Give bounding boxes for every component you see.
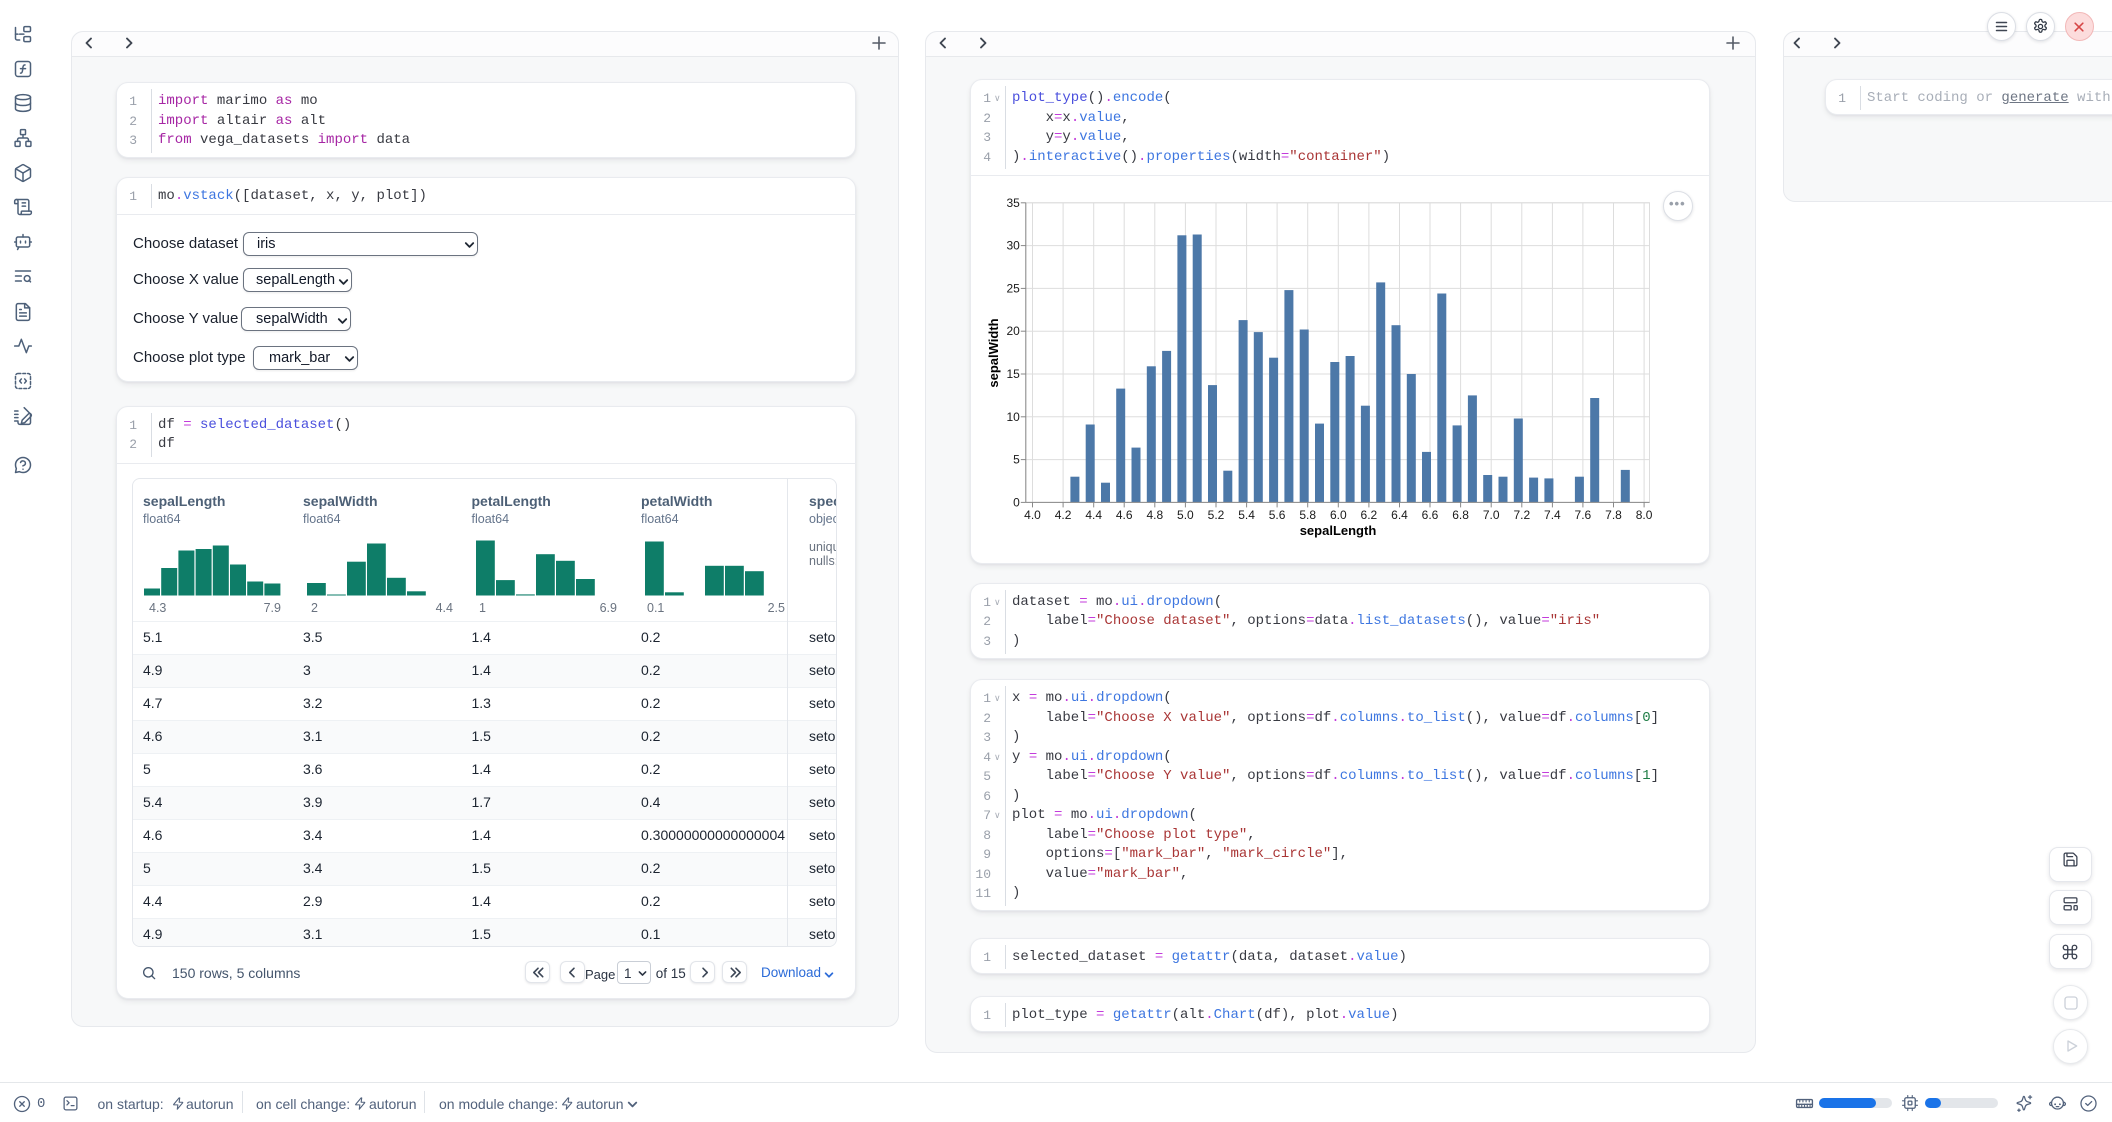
svg-text:5.8: 5.8 (1299, 508, 1316, 522)
svg-text:sepalLength: sepalLength (1300, 523, 1377, 538)
svg-text:sepalWidth: sepalWidth (986, 318, 1001, 387)
svg-text:35: 35 (1006, 196, 1020, 210)
svg-text:4.2: 4.2 (1055, 508, 1072, 522)
svg-text:6.8: 6.8 (1452, 508, 1469, 522)
svg-text:6.2: 6.2 (1361, 508, 1378, 522)
svg-text:15: 15 (1006, 367, 1020, 381)
svg-text:6.0: 6.0 (1330, 508, 1347, 522)
svg-text:5.6: 5.6 (1269, 508, 1286, 522)
svg-text:10: 10 (1006, 410, 1020, 424)
svg-text:6.4: 6.4 (1391, 508, 1408, 522)
svg-text:30: 30 (1006, 239, 1020, 253)
svg-text:7.2: 7.2 (1513, 508, 1530, 522)
svg-text:5: 5 (1013, 453, 1020, 467)
svg-text:7.0: 7.0 (1483, 508, 1500, 522)
svg-text:5.2: 5.2 (1208, 508, 1225, 522)
svg-text:4.0: 4.0 (1024, 508, 1041, 522)
svg-text:5.4: 5.4 (1238, 508, 1255, 522)
svg-text:4.8: 4.8 (1146, 508, 1163, 522)
svg-text:8.0: 8.0 (1636, 508, 1653, 522)
svg-text:7.4: 7.4 (1544, 508, 1561, 522)
svg-text:20: 20 (1006, 324, 1020, 338)
svg-text:7.8: 7.8 (1605, 508, 1622, 522)
svg-text:4.6: 4.6 (1116, 508, 1133, 522)
svg-text:4.4: 4.4 (1085, 508, 1102, 522)
svg-text:7.6: 7.6 (1575, 508, 1592, 522)
svg-text:25: 25 (1006, 281, 1020, 295)
svg-text:6.6: 6.6 (1422, 508, 1439, 522)
svg-text:5.0: 5.0 (1177, 508, 1194, 522)
svg-text:0: 0 (1013, 495, 1020, 509)
